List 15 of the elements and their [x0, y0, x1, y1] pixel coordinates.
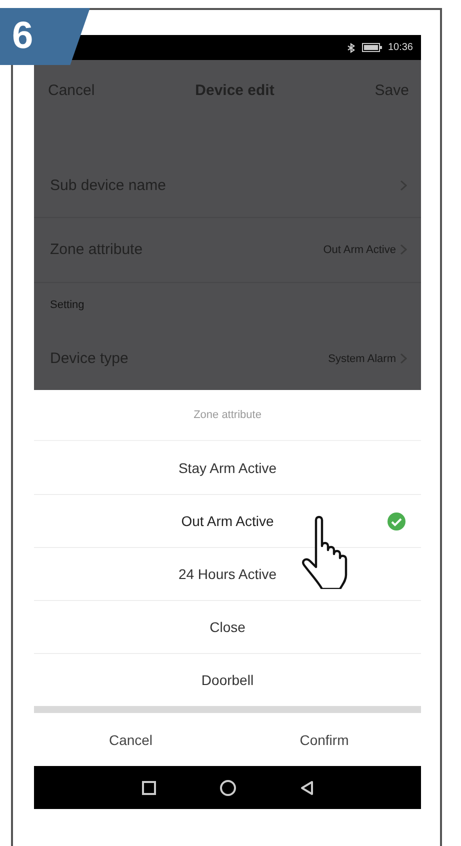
check-icon: [387, 512, 406, 531]
chevron-icon: [400, 180, 407, 191]
step-badge: 6: [0, 8, 90, 65]
picker-title: Zone attribute: [194, 409, 262, 421]
battery-icon: [362, 43, 382, 52]
chevron-icon: [400, 353, 407, 364]
home-icon[interactable]: [218, 778, 236, 796]
back-icon[interactable]: [298, 780, 314, 796]
chevron-icon: [400, 244, 407, 256]
row-value: Out Arm Active: [323, 244, 396, 256]
bluetooth-icon: [346, 42, 356, 52]
status-time: 10:36: [388, 42, 413, 53]
section-label: Setting: [50, 299, 84, 312]
row-value: System Alarm: [328, 352, 396, 365]
square-icon[interactable]: [140, 780, 156, 796]
